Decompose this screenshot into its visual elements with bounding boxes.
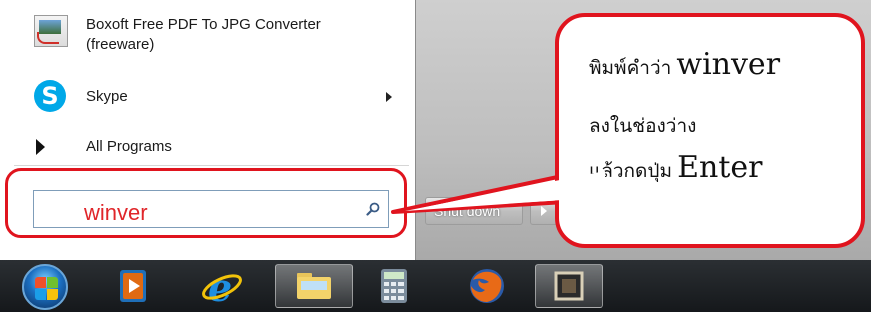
- internet-explorer-icon[interactable]: e: [190, 264, 254, 308]
- callout-thai-text: แล้วกดปุ่ม: [589, 160, 672, 182]
- chevron-right-icon: [541, 206, 547, 216]
- all-programs-item[interactable]: All Programs: [86, 137, 172, 157]
- program-label: Skype: [86, 88, 128, 105]
- all-programs-arrow-icon: [36, 139, 45, 155]
- firefox-icon[interactable]: [455, 264, 519, 308]
- taskbar: e: [0, 260, 871, 312]
- media-player-icon[interactable]: [102, 264, 166, 308]
- app-window-icon[interactable]: [535, 264, 603, 308]
- callout-thai-text: ลงในช่องว่าง: [589, 115, 697, 137]
- callout-line-3: แล้วกดปุ่ม Enter: [589, 150, 762, 186]
- calculator-icon[interactable]: [362, 264, 426, 308]
- callout-english-text: Enter: [677, 150, 763, 185]
- shutdown-label: Shut down: [434, 203, 501, 219]
- callout-thai-text: พิมพ์คำว่า: [589, 57, 672, 79]
- callout-english-text: winver: [676, 47, 781, 82]
- program-item-boxoft[interactable]: Boxoft Free PDF To JPG Converter (freewa…: [86, 15, 321, 55]
- pdf-to-jpg-icon: [34, 15, 68, 47]
- program-item-skype[interactable]: Skype: [86, 87, 128, 107]
- callout-line-1: พิมพ์คำว่า winver: [589, 47, 780, 83]
- shutdown-button[interactable]: Shut down: [425, 197, 523, 225]
- search-highlight-box: [5, 168, 407, 238]
- shutdown-options-button[interactable]: [530, 197, 558, 225]
- svg-text:e: e: [208, 265, 232, 307]
- file-explorer-icon[interactable]: [275, 264, 353, 308]
- start-orb-button[interactable]: [22, 264, 68, 310]
- skype-icon: S: [34, 80, 66, 112]
- all-programs-label: All Programs: [86, 138, 172, 155]
- submenu-arrow-icon[interactable]: [386, 92, 392, 102]
- callout-line-2: ลงในช่องว่าง: [589, 111, 696, 141]
- program-label-subtitle: (freeware): [86, 36, 155, 53]
- program-label: Boxoft Free PDF To JPG Converter: [86, 16, 321, 33]
- instruction-callout: พิมพ์คำว่า winver ลงในช่องว่าง แล้วกดปุ่…: [555, 13, 865, 248]
- menu-divider: [14, 165, 409, 166]
